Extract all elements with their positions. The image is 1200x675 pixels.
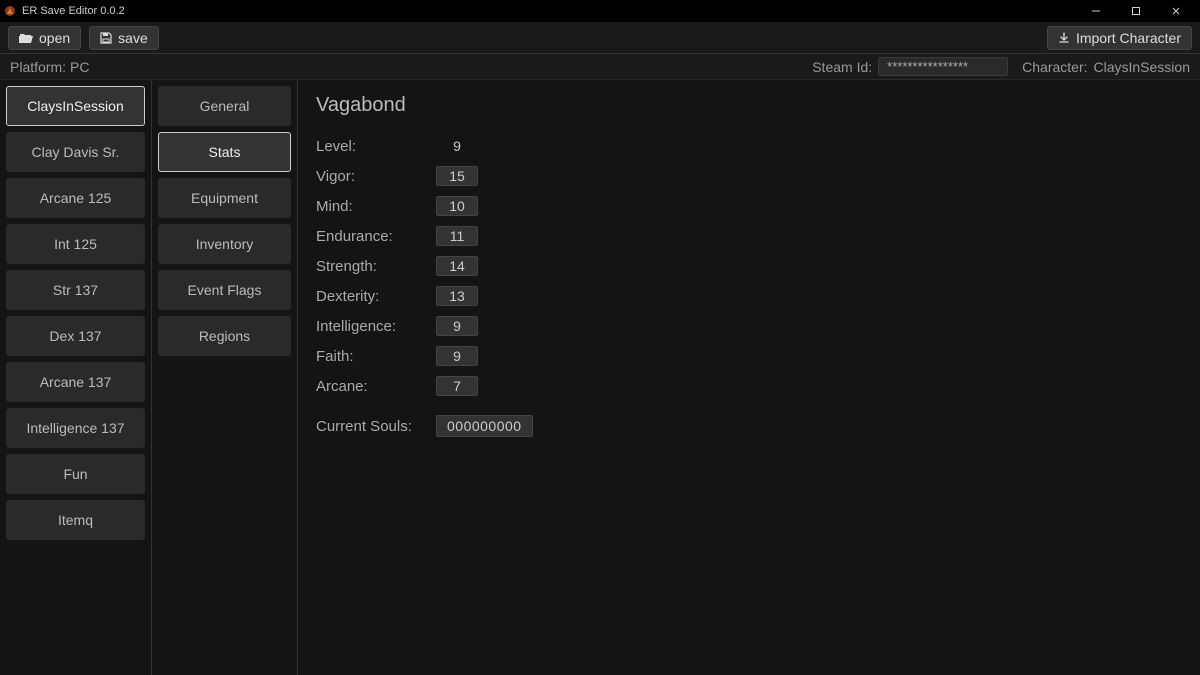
- souls-field[interactable]: 000000000: [436, 415, 533, 437]
- character-item[interactable]: ClaysInSession: [6, 86, 145, 126]
- stat-row: Arcane:7: [316, 371, 1182, 401]
- stat-label: Level:: [316, 138, 436, 155]
- open-button-label: open: [39, 30, 70, 46]
- stat-value-field[interactable]: 15: [436, 166, 478, 186]
- character-item[interactable]: Intelligence 137: [6, 408, 145, 448]
- steamid-label: Steam Id:: [812, 59, 872, 75]
- main-area: ClaysInSession Clay Davis Sr. Arcane 125 In…: [0, 80, 1200, 675]
- stat-row: Endurance:11: [316, 221, 1182, 251]
- stat-value-field[interactable]: 7: [436, 376, 478, 396]
- platform-value: PC: [70, 59, 89, 75]
- stat-label: Mind:: [316, 198, 436, 215]
- character-item[interactable]: Int 125: [6, 224, 145, 264]
- stat-row: Vigor:15: [316, 161, 1182, 191]
- class-name: Vagabond: [316, 94, 1182, 117]
- stat-label: Dexterity:: [316, 288, 436, 305]
- category-item[interactable]: Regions: [158, 316, 291, 356]
- category-list: General Stats Equipment Inventory Event Flag…: [152, 80, 298, 675]
- steamid-field[interactable]: ****************: [878, 57, 1008, 76]
- stat-label: Endurance:: [316, 228, 436, 245]
- stat-row-level: Level: 9: [316, 131, 1182, 161]
- stat-value-field[interactable]: 10: [436, 196, 478, 216]
- character-item[interactable]: Fun: [6, 454, 145, 494]
- import-character-button[interactable]: Import Character: [1047, 26, 1192, 50]
- souls-label: Current Souls:: [316, 418, 436, 435]
- download-icon: [1058, 32, 1070, 44]
- category-item[interactable]: Event Flags: [158, 270, 291, 310]
- stat-value-field[interactable]: 13: [436, 286, 478, 306]
- folder-open-icon: [19, 32, 33, 44]
- stat-value-field[interactable]: 9: [436, 316, 478, 336]
- stat-value-level: 9: [436, 138, 478, 154]
- character-list: ClaysInSession Clay Davis Sr. Arcane 125 In…: [0, 80, 152, 675]
- stat-value-field[interactable]: 11: [436, 226, 478, 246]
- open-button[interactable]: open: [8, 26, 81, 50]
- character-item[interactable]: Itemq: [6, 500, 145, 540]
- platform-label: Platform:: [10, 59, 66, 75]
- stat-row: Strength:14: [316, 251, 1182, 281]
- window-minimize-button[interactable]: [1076, 0, 1116, 22]
- save-icon: [100, 32, 112, 44]
- stat-label: Strength:: [316, 258, 436, 275]
- character-label: Character:: [1022, 59, 1087, 75]
- character-item[interactable]: Arcane 137: [6, 362, 145, 402]
- stat-row: Dexterity:13: [316, 281, 1182, 311]
- category-item[interactable]: Stats: [158, 132, 291, 172]
- character-item[interactable]: Str 137: [6, 270, 145, 310]
- window-titlebar: ER Save Editor 0.0.2: [0, 0, 1200, 22]
- category-item[interactable]: Inventory: [158, 224, 291, 264]
- stat-row: Faith:9: [316, 341, 1182, 371]
- app-icon: [4, 5, 16, 17]
- import-character-label: Import Character: [1076, 30, 1181, 46]
- character-item[interactable]: Arcane 125: [6, 178, 145, 218]
- character-item[interactable]: Clay Davis Sr.: [6, 132, 145, 172]
- save-button[interactable]: save: [89, 26, 159, 50]
- info-bar: Platform: PC Steam Id: **************** …: [0, 54, 1200, 80]
- stat-value-field[interactable]: 14: [436, 256, 478, 276]
- save-button-label: save: [118, 30, 148, 46]
- category-item[interactable]: Equipment: [158, 178, 291, 218]
- window-title: ER Save Editor 0.0.2: [22, 5, 125, 17]
- window-close-button[interactable]: [1156, 0, 1196, 22]
- stat-label: Vigor:: [316, 168, 436, 185]
- character-value: ClaysInSession: [1094, 59, 1191, 75]
- stats-panel: Vagabond Level: 9 Vigor:15Mind:10Enduran…: [298, 80, 1200, 675]
- category-item[interactable]: General: [158, 86, 291, 126]
- toolbar: open save Import Character: [0, 22, 1200, 54]
- stat-label: Intelligence:: [316, 318, 436, 335]
- stat-row: Intelligence:9: [316, 311, 1182, 341]
- stat-label: Arcane:: [316, 378, 436, 395]
- stat-value-field[interactable]: 9: [436, 346, 478, 366]
- souls-row: Current Souls: 000000000: [316, 415, 1182, 437]
- stat-label: Faith:: [316, 348, 436, 365]
- window-maximize-button[interactable]: [1116, 0, 1156, 22]
- stat-row: Mind:10: [316, 191, 1182, 221]
- character-item[interactable]: Dex 137: [6, 316, 145, 356]
